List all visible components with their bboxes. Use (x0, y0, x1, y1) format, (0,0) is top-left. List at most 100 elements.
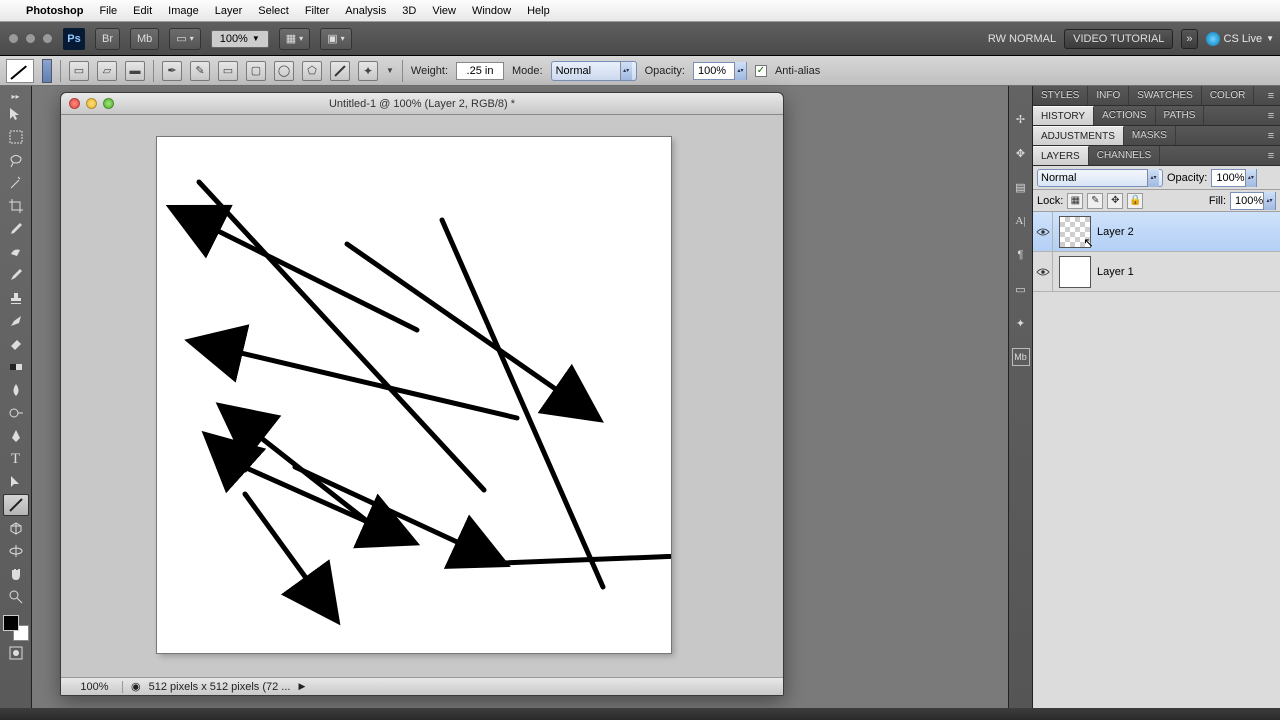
panel-menu-icon[interactable]: ≡ (1262, 106, 1280, 125)
canvas[interactable] (157, 137, 671, 653)
custom-shape[interactable] (358, 61, 378, 81)
pen-tool-icon[interactable]: ✒ (162, 61, 182, 81)
view-extras-button[interactable]: ▭▾ (169, 28, 200, 50)
paragraph-panel-icon[interactable]: ¶ (1012, 246, 1030, 264)
weight-input[interactable] (456, 62, 504, 80)
history-brush-tool[interactable] (3, 310, 29, 332)
minibridge-button[interactable]: Mb (130, 28, 159, 50)
arrange-docs-button[interactable]: ▦▾ (279, 28, 310, 50)
visibility-toggle[interactable] (1033, 212, 1053, 251)
tab-masks[interactable]: MASKS (1124, 126, 1176, 145)
layer-name[interactable]: Layer 1 (1097, 266, 1134, 278)
footer-zoom[interactable]: 100% (67, 681, 123, 693)
zoom-window-button[interactable] (103, 98, 114, 109)
path-select-tool[interactable] (3, 471, 29, 493)
more-workspaces-button[interactable]: » (1181, 29, 1197, 49)
collapse-arrow-icon[interactable]: ▸▸ (3, 90, 29, 102)
tab-swatches[interactable]: SWATCHES (1129, 86, 1202, 105)
document-viewport[interactable] (61, 115, 783, 677)
layer-thumbnail[interactable] (1059, 256, 1091, 288)
rectangle-shape[interactable]: ▭ (218, 61, 238, 81)
menu-file[interactable]: File (99, 5, 117, 17)
close-window-button[interactable] (69, 98, 80, 109)
3d-panel-icon[interactable]: ✦ (1012, 314, 1030, 332)
3d-tool[interactable] (3, 517, 29, 539)
tab-color[interactable]: COLOR (1202, 86, 1255, 105)
menu-help[interactable]: Help (527, 5, 550, 17)
document-titlebar[interactable]: Untitled-1 @ 100% (Layer 2, RGB/8) * (61, 93, 783, 115)
shape-tool[interactable] (3, 494, 29, 516)
opacity-input[interactable]: 100%▴▾ (693, 62, 747, 80)
pen-tool[interactable] (3, 425, 29, 447)
menu-window[interactable]: Window (472, 5, 511, 17)
tab-history[interactable]: HISTORY (1033, 106, 1094, 125)
app-name[interactable]: Photoshop (26, 5, 83, 17)
healing-brush-tool[interactable] (3, 241, 29, 263)
clone-panel-icon[interactable]: ✥ (1012, 144, 1030, 162)
tab-actions[interactable]: ACTIONS (1094, 106, 1155, 125)
gradient-tool[interactable] (3, 356, 29, 378)
minimize-window-button[interactable] (86, 98, 97, 109)
3d-camera-tool[interactable] (3, 540, 29, 562)
menu-3d[interactable]: 3D (402, 5, 416, 17)
layer-blend-select[interactable]: Normal▴▾ (1037, 169, 1163, 187)
lock-transparency-icon[interactable]: ▦ (1067, 193, 1083, 209)
quick-mask-toggle[interactable] (3, 642, 29, 664)
paths-mode[interactable]: ▱ (97, 61, 117, 81)
tab-channels[interactable]: CHANNELS (1089, 146, 1160, 165)
shape-layers-mode[interactable]: ▭ (69, 61, 89, 81)
zoom-tool[interactable] (3, 586, 29, 608)
menu-edit[interactable]: Edit (133, 5, 152, 17)
panel-menu-icon[interactable]: ≡ (1262, 86, 1280, 105)
marquee-tool[interactable] (3, 126, 29, 148)
tool-preset-chevron[interactable] (42, 59, 52, 83)
fg-color-swatch[interactable] (3, 615, 19, 631)
stamp-tool[interactable] (3, 287, 29, 309)
measurement-panel-icon[interactable]: Mb (1012, 348, 1030, 366)
menu-image[interactable]: Image (168, 5, 199, 17)
lasso-tool[interactable] (3, 149, 29, 171)
visibility-toggle[interactable] (1033, 252, 1053, 291)
notes-panel-icon[interactable]: ▭ (1012, 280, 1030, 298)
layer-row[interactable]: ↖ Layer 2 (1033, 212, 1280, 252)
cs-live-button[interactable]: CS Live▼ (1206, 32, 1274, 46)
eyedropper-tool[interactable] (3, 218, 29, 240)
menu-filter[interactable]: Filter (305, 5, 329, 17)
layer-row[interactable]: Layer 1 (1033, 252, 1280, 292)
panel-menu-icon[interactable]: ≡ (1262, 146, 1280, 165)
layer-comps-icon[interactable]: ▤ (1012, 178, 1030, 196)
blur-tool[interactable] (3, 379, 29, 401)
layer-name[interactable]: Layer 2 (1097, 226, 1134, 238)
video-tutorial-button[interactable]: VIDEO TUTORIAL (1064, 29, 1173, 49)
character-panel-icon[interactable]: A| (1012, 212, 1030, 230)
ellipse-shape[interactable]: ◯ (274, 61, 294, 81)
menu-analysis[interactable]: Analysis (345, 5, 386, 17)
tab-styles[interactable]: STYLES (1033, 86, 1088, 105)
footer-flyout[interactable]: ▶ (298, 681, 305, 692)
fill-pixels-mode[interactable]: ▬ (125, 61, 145, 81)
layer-fill-input[interactable]: 100%▴▾ (1230, 192, 1276, 210)
doc-info-icon[interactable]: ◉ (131, 680, 141, 693)
magic-wand-tool[interactable] (3, 172, 29, 194)
rounded-rect-shape[interactable]: ▢ (246, 61, 266, 81)
lock-pixels-icon[interactable]: ✎ (1087, 193, 1103, 209)
footer-doc-info[interactable]: 512 pixels x 512 pixels (72 ... (149, 681, 291, 693)
color-swatches[interactable] (3, 615, 29, 641)
layer-opacity-input[interactable]: 100%▴▾ (1211, 169, 1257, 187)
antialias-checkbox[interactable]: ✓ (755, 65, 767, 77)
brush-panel-icon[interactable]: ✢ (1012, 110, 1030, 128)
lock-position-icon[interactable]: ✥ (1107, 193, 1123, 209)
line-shape[interactable] (330, 61, 350, 81)
dodge-tool[interactable] (3, 402, 29, 424)
tab-adjustments[interactable]: ADJUSTMENTS (1033, 126, 1124, 145)
lock-all-icon[interactable]: 🔒 (1127, 193, 1143, 209)
menu-select[interactable]: Select (258, 5, 289, 17)
bridge-button[interactable]: Br (95, 28, 120, 50)
tab-paths[interactable]: PATHS (1156, 106, 1205, 125)
hand-tool[interactable] (3, 563, 29, 585)
type-tool[interactable]: T (3, 448, 29, 470)
screen-mode-button[interactable]: ▣▾ (320, 28, 351, 50)
menu-view[interactable]: View (432, 5, 456, 17)
move-tool[interactable] (3, 103, 29, 125)
blend-mode-select[interactable]: Normal▴▾ (551, 61, 637, 81)
